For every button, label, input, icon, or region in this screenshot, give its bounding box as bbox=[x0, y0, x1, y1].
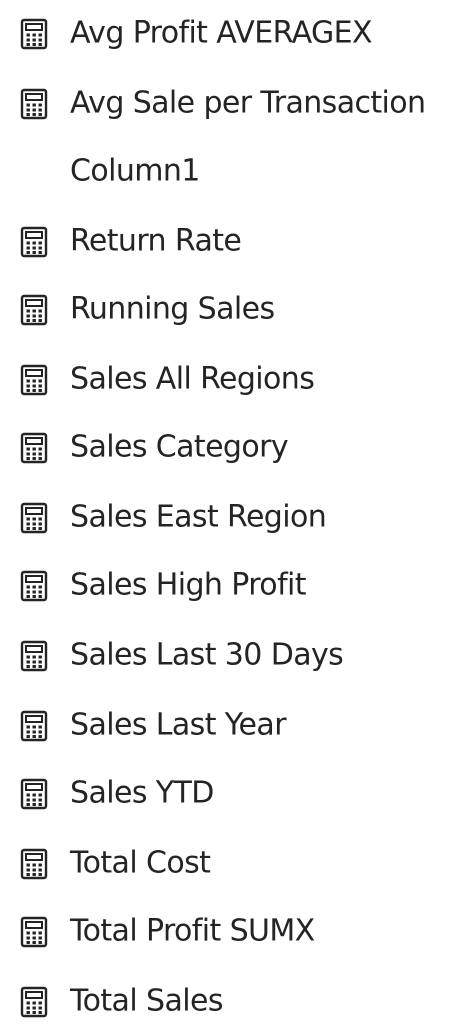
field-label: Sales Last Year bbox=[70, 707, 287, 743]
calculator-icon bbox=[20, 88, 48, 120]
calculator-icon bbox=[20, 848, 48, 880]
field-label: Column1 bbox=[70, 153, 200, 189]
calculator-icon bbox=[20, 364, 48, 396]
field-label: Sales East Region bbox=[70, 499, 327, 535]
field-label: Avg Profit AVERAGEX bbox=[70, 15, 373, 51]
field-label: Return Rate bbox=[70, 223, 242, 259]
field-label: Sales All Regions bbox=[70, 361, 315, 397]
calculator-icon bbox=[20, 710, 48, 742]
calculator-icon bbox=[20, 294, 48, 326]
field-item-avg-profit-averagex[interactable]: Avg Profit AVERAGEX bbox=[0, 4, 453, 64]
field-item-total-sales[interactable]: Total Sales bbox=[0, 972, 453, 1032]
field-item-sales-all-regions[interactable]: Sales All Regions bbox=[0, 350, 453, 410]
field-item-sales-last-30-days[interactable]: Sales Last 30 Days bbox=[0, 626, 453, 686]
field-label: Total Cost bbox=[70, 845, 211, 881]
field-item-sales-last-year[interactable]: Sales Last Year bbox=[0, 696, 453, 756]
field-label: Sales Category bbox=[70, 429, 289, 465]
calculator-icon bbox=[20, 18, 48, 50]
field-item-running-sales[interactable]: Running Sales bbox=[0, 280, 453, 340]
field-label: Sales Last 30 Days bbox=[70, 637, 344, 673]
calculator-icon bbox=[20, 432, 48, 464]
field-label: Total Sales bbox=[70, 983, 223, 1019]
field-item-sales-ytd[interactable]: Sales YTD bbox=[0, 764, 453, 824]
calculator-icon bbox=[20, 916, 48, 948]
calculator-icon bbox=[20, 570, 48, 602]
field-item-sales-high-profit[interactable]: Sales High Profit bbox=[0, 556, 453, 616]
calculator-icon bbox=[20, 226, 48, 258]
field-label: Avg Sale per Transaction bbox=[70, 85, 426, 121]
field-item-column1[interactable]: Column1 bbox=[0, 142, 453, 202]
field-item-sales-east-region[interactable]: Sales East Region bbox=[0, 488, 453, 548]
calculator-icon bbox=[20, 778, 48, 810]
field-label: Running Sales bbox=[70, 291, 275, 327]
field-list: Avg Profit AVERAGEX Avg Sale per Transac… bbox=[0, 0, 453, 1026]
field-label: Sales YTD bbox=[70, 775, 214, 811]
field-item-sales-category[interactable]: Sales Category bbox=[0, 418, 453, 478]
calculator-icon bbox=[20, 986, 48, 1018]
field-label: Sales High Profit bbox=[70, 567, 307, 603]
calculator-icon bbox=[20, 640, 48, 672]
field-item-return-rate[interactable]: Return Rate bbox=[0, 212, 453, 272]
field-item-total-profit-sumx[interactable]: Total Profit SUMX bbox=[0, 902, 453, 962]
field-item-avg-sale-per-transaction[interactable]: Avg Sale per Transaction bbox=[0, 74, 453, 134]
field-label: Total Profit SUMX bbox=[70, 913, 315, 949]
field-item-total-cost[interactable]: Total Cost bbox=[0, 834, 453, 894]
calculator-icon bbox=[20, 502, 48, 534]
